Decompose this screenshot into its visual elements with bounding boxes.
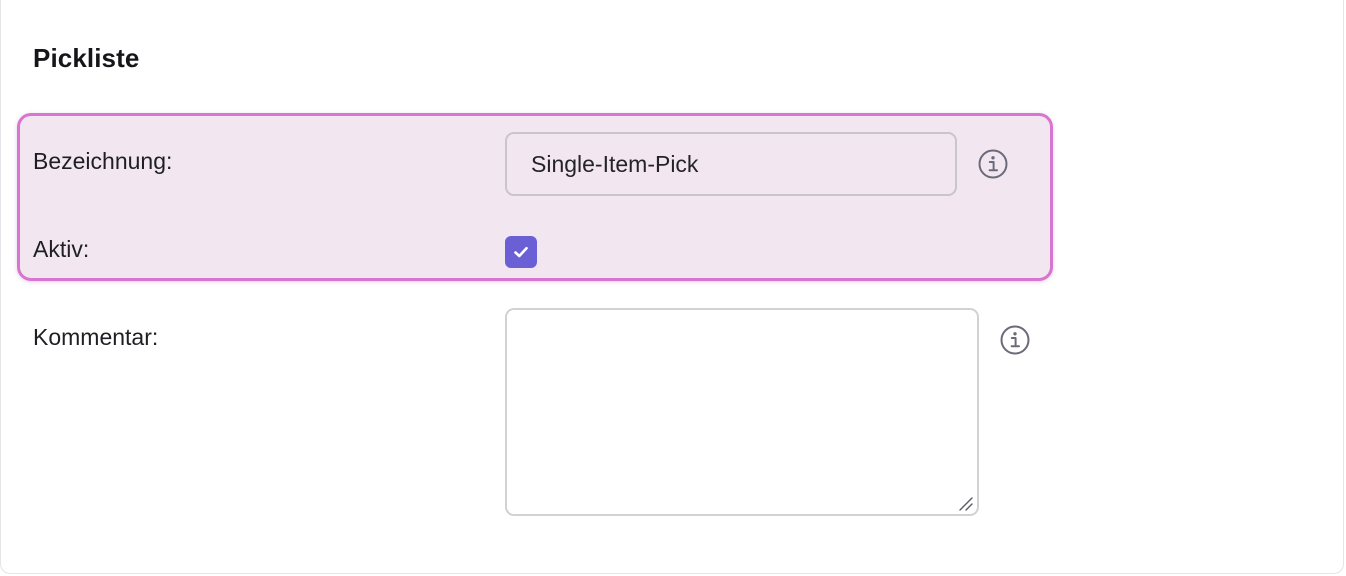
- comment-textarea[interactable]: [505, 308, 979, 516]
- comment-label: Kommentar:: [33, 324, 159, 350]
- check-icon: [514, 246, 528, 258]
- resize-handle-icon[interactable]: [957, 495, 973, 511]
- active-label: Aktiv:: [33, 236, 90, 262]
- form-card: Pickliste Bezeichnung: Aktiv: Kommentar:: [0, 0, 1344, 574]
- info-icon[interactable]: [999, 324, 1031, 356]
- page-title: Pickliste: [33, 43, 140, 73]
- active-checkbox[interactable]: [505, 236, 537, 268]
- name-label: Bezeichnung:: [33, 148, 173, 174]
- name-input[interactable]: [505, 132, 957, 196]
- info-icon[interactable]: [977, 148, 1009, 180]
